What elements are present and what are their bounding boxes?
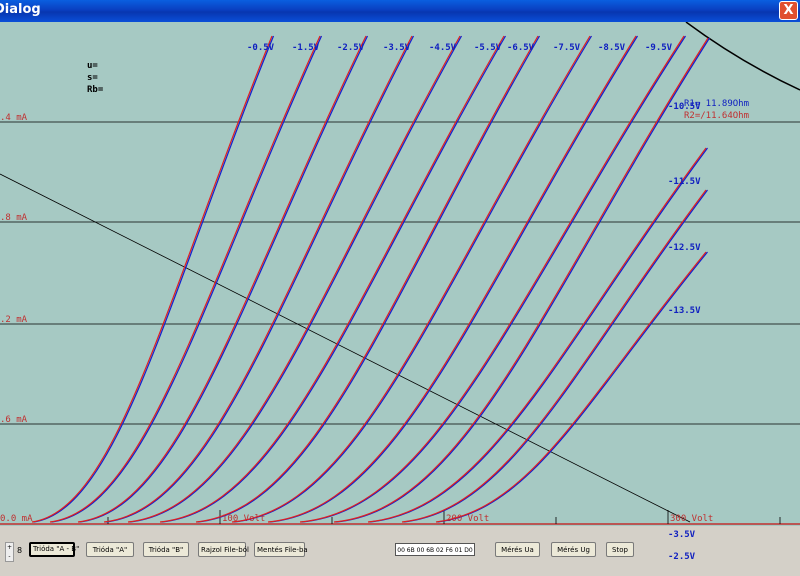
info-s: s= — [87, 73, 98, 83]
grid-voltage-label-6: -5.5V — [474, 43, 502, 53]
curve-group — [31, 35, 711, 523]
trioda-b-button[interactable]: Trióda "B" — [143, 542, 189, 557]
grid-voltage-label-9: -8.5V — [598, 43, 626, 53]
curve-a-11 — [333, 37, 709, 523]
grid-voltage-label-8: -7.5V — [553, 43, 581, 53]
grid-voltage-side-label-4: -13.5V — [668, 306, 701, 316]
curve-b-10 — [301, 35, 687, 523]
grid-voltage-label-1: -0.5V — [247, 43, 275, 53]
info-rb: Rb= — [87, 85, 104, 95]
grid-voltage-side-label-3: -12.5V — [668, 243, 701, 253]
curve-b-13 — [403, 189, 708, 523]
stop-button[interactable]: Stop — [606, 542, 634, 557]
grid-readout-1: -3.5V — [668, 530, 696, 540]
grid-voltage-label-10: -9.5V — [645, 43, 673, 53]
grid-voltage-side-label-1: -10.5V — [668, 102, 701, 112]
hex-readout: 00 6B 00 6B 02 F6 01 D0 — [395, 543, 475, 556]
spin-value: 8 — [17, 546, 23, 555]
grid-voltage-label-2: -1.5V — [292, 43, 320, 53]
grid-voltage-label-5: -4.5V — [429, 43, 457, 53]
current-label-4: .6 mA — [0, 415, 28, 425]
mentes-file-button[interactable]: Mentés File-ba — [254, 542, 308, 557]
info-u: u= — [87, 61, 98, 71]
load-line — [0, 173, 691, 523]
r2-label: R2=/11.64Ohm — [684, 111, 749, 121]
curve-b-14 — [437, 251, 708, 523]
curve-a-2 — [49, 35, 321, 523]
grid-voltage-label-4: -3.5V — [383, 43, 411, 53]
meres-ua-button[interactable]: Mérés Ua — [495, 542, 540, 557]
title-bar[interactable]: Dialog X — [0, 0, 800, 22]
rajzol-file-button[interactable]: Rajzol File-ból — [198, 542, 249, 557]
grid-voltage-label-3: -2.5V — [337, 43, 365, 53]
curve-b-2 — [51, 35, 323, 523]
curve-a-3 — [77, 35, 367, 523]
trioda-ab-button[interactable]: Trióda "A - B" — [29, 542, 79, 557]
dissipation-curve — [685, 22, 800, 91]
current-label-1: .4 mA — [0, 113, 28, 123]
curve-a-14 — [435, 251, 707, 523]
characteristic-plot: u= s= Rb= .4 mA .8 mA .2 mA .6 mA 0.0 mA… — [0, 22, 800, 526]
trioda-a-button[interactable]: Trióda "A" — [86, 542, 134, 557]
curve-a-1 — [31, 35, 273, 523]
spin-control[interactable]: + - — [5, 542, 14, 562]
curve-b-7 — [197, 35, 541, 523]
current-label-2: .8 mA — [0, 213, 28, 223]
grid-voltage-labels: -0.5V -1.5V -2.5V -3.5V -4.5V -5.5V -6.5V -7.5V… — [247, 43, 701, 316]
current-label-5: 0.0 mA — [0, 514, 33, 524]
curve-b-4 — [105, 35, 415, 523]
x-label-100: 100 Volt — [222, 514, 265, 524]
curve-b-3 — [79, 35, 369, 523]
grid-voltage-side-label-2: -11.5V — [668, 177, 701, 187]
plot-canvas: u= s= Rb= .4 mA .8 mA .2 mA .6 mA 0.0 mA… — [0, 22, 800, 525]
curve-a-7 — [195, 35, 539, 523]
dialog-window: Dialog X u= s= Rb= — [0, 0, 800, 576]
curve-a-9 — [267, 35, 637, 523]
curve-a-4 — [103, 35, 413, 523]
curve-b-1 — [33, 35, 275, 523]
grid-readout-2: -2.5V — [668, 552, 696, 562]
curve-a-13 — [401, 189, 707, 523]
grid-voltage-label-7: -6.5V — [507, 43, 535, 53]
current-label-3: .2 mA — [0, 315, 28, 325]
close-button[interactable]: X — [779, 1, 798, 20]
x-label-300: 300 Volt — [670, 514, 713, 524]
meres-ug-button[interactable]: Mérés Ug — [551, 542, 596, 557]
curve-b-11 — [335, 37, 711, 523]
window-title: Dialog — [0, 2, 41, 17]
